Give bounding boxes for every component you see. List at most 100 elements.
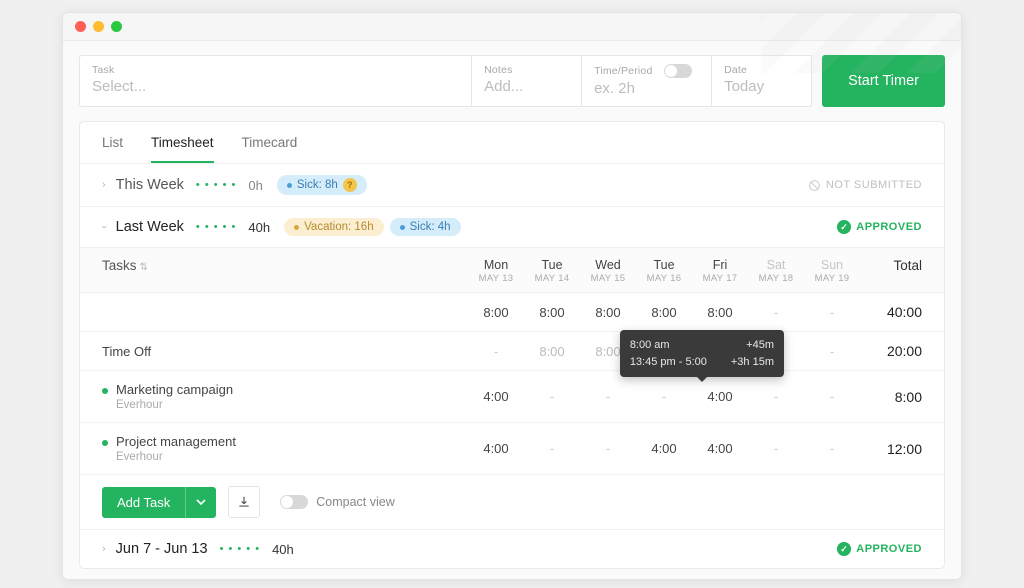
cell[interactable]: 4:00 [468,389,524,404]
bullet-icon [102,388,108,394]
table-row-marketing: Marketing campaign Everhour 4:00 - - - 4… [80,371,944,423]
period-older[interactable]: › Jun 7 - Jun 13 • • • • • 40h ✓ APPROVE… [80,530,944,568]
cell[interactable]: - [580,389,636,404]
period-hours: 40h [248,220,270,235]
warning-icon: ? [343,178,357,192]
tab-list[interactable]: List [102,122,123,163]
col-sat: SatMAY 18 [748,258,804,284]
col-fri: FriMAY 17 [692,258,748,284]
col-mon: MonMAY 13 [468,258,524,284]
cell[interactable]: - [748,441,804,456]
time-toggle[interactable] [664,64,692,78]
time-tooltip: 8:00 am+45m 13:45 pm - 5:00+3h 15m [620,330,784,377]
add-task-dropdown[interactable] [185,487,216,518]
cell[interactable]: - [524,389,580,404]
period-hours: 0h [248,178,262,193]
cell[interactable]: - [804,389,860,404]
status-approved: ✓ APPROVED [837,220,922,234]
table-row-timeoff: Time Off - 8:00 8:00 - 20:00 8:00 am+45m… [80,332,944,371]
tab-timecard[interactable]: Timecard [242,122,298,163]
cell[interactable]: - [804,441,860,456]
task-field[interactable]: Task Select... [79,55,472,107]
task-name: Project management [102,434,468,449]
download-button[interactable] [228,486,260,518]
status-not-submitted: NOT SUBMITTED [808,179,922,192]
titlebar [63,13,961,41]
date-label: Date [724,64,799,76]
cell[interactable]: - [804,305,860,320]
add-task-group: Add Task [102,487,216,518]
row-total: 20:00 [860,343,922,359]
bullet-icon [102,440,108,446]
close-icon[interactable] [75,21,86,32]
chevron-down-icon: › [98,225,110,229]
cell[interactable]: - [580,441,636,456]
cell[interactable]: 8:00 [692,305,748,320]
cell[interactable]: 8:00 [524,305,580,320]
minimize-icon[interactable] [93,21,104,32]
date-placeholder: Today [724,78,799,95]
maximize-icon[interactable] [111,21,122,32]
col-sun: SunMAY 19 [804,258,860,284]
cell[interactable]: - [636,389,692,404]
check-icon: ✓ [837,542,851,556]
progress-dots: • • • • • [220,543,260,555]
compact-label: Compact view [316,495,395,509]
actions-bar: Add Task Compact view [80,475,944,530]
time-label: Time/Period [594,64,699,78]
cell[interactable]: 4:00 [468,441,524,456]
cell[interactable]: 8:00 [636,305,692,320]
cell[interactable]: - [748,305,804,320]
tabs: List Timesheet Timecard [80,122,944,164]
chevron-right-icon: › [102,543,106,555]
task-name: Marketing campaign [102,382,468,397]
col-wed: WedMAY 15 [580,258,636,284]
add-task-button[interactable]: Add Task [102,487,185,518]
row-total: 8:00 [860,389,922,405]
notes-field[interactable]: Notes Add... [472,55,582,107]
compact-view-control: Compact view [272,495,395,509]
period-this-week[interactable]: › This Week • • • • • 0h Sick: 8h? NOT S… [80,164,944,207]
period-title: Last Week [116,219,184,235]
chevron-down-icon [196,497,206,507]
notes-placeholder: Add... [484,78,569,95]
cell[interactable]: 8:00 [524,344,580,359]
compact-toggle[interactable] [280,495,308,509]
cell[interactable]: - [804,344,860,359]
task-name: Time Off [102,344,468,359]
row-total: 40:00 [860,304,922,320]
circle-slash-icon [808,179,821,192]
table-header: Tasks⇅ MonMAY 13 TueMAY 14 WedMAY 15 Tue… [80,248,944,293]
tab-timesheet[interactable]: Timesheet [151,122,214,163]
download-icon [237,495,251,509]
window-controls [75,21,122,32]
row-total: 12:00 [860,441,922,457]
cell[interactable]: - [748,389,804,404]
sick-pill: Sick: 8h? [277,175,367,195]
start-timer-button[interactable]: Start Timer [822,55,945,107]
cell[interactable]: 4:00 [692,389,748,404]
check-icon: ✓ [837,220,851,234]
table-row-totals: 8:00 8:00 8:00 8:00 8:00 - - 40:00 [80,293,944,332]
cell[interactable]: - [524,441,580,456]
cell[interactable]: 4:00 [692,441,748,456]
vacation-pill: Vacation: 16h [284,218,383,236]
col-tue: TueMAY 14 [524,258,580,284]
notes-label: Notes [484,64,569,76]
time-field[interactable]: Time/Period ex. 2h [582,55,712,107]
column-tasks[interactable]: Tasks⇅ [102,258,468,284]
time-placeholder: ex. 2h [594,80,699,97]
period-last-week[interactable]: › Last Week • • • • • 40h Vacation: 16h … [80,207,944,248]
cell[interactable]: - [468,344,524,359]
period-title: This Week [116,177,184,193]
app-window: Task Select... Notes Add... Time/Period … [62,12,962,580]
cell[interactable]: 4:00 [636,441,692,456]
cell[interactable]: 8:00 [468,305,524,320]
period-hours: 40h [272,542,294,557]
cell[interactable]: 8:00 [580,305,636,320]
table-row-project: Project management Everhour 4:00 - - 4:0… [80,423,944,475]
sick-pill: Sick: 4h [390,218,461,236]
col-thu: TueMAY 16 [636,258,692,284]
task-project: Everhour [116,451,468,463]
date-field[interactable]: Date Today [712,55,812,107]
